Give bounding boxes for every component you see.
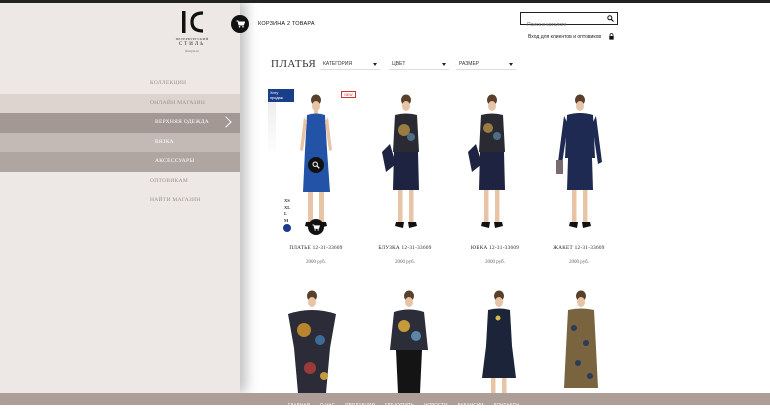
footer-link-products[interactable]: Продукция [345, 399, 375, 411]
bestseller-ribbon: Хиту продаж [268, 89, 294, 102]
sidebar-item-knitwear[interactable]: Вязка [0, 132, 240, 152]
page-title: Платья [271, 58, 317, 70]
footer: Главная О нас Продукция Где купить Новос… [0, 393, 770, 407]
product-image-printed-blouse[interactable] [384, 288, 434, 393]
product-image-skirt[interactable] [466, 92, 516, 237]
top-bar [0, 0, 770, 3]
brand-subtitle: Петербургский [175, 37, 209, 41]
product-name[interactable]: Платье 12-31-33609 [276, 245, 356, 251]
sidebar: Петербургский СТИЛЬ lfsstyle.ru Коллекци… [0, 0, 240, 393]
color-swatch[interactable] [283, 224, 291, 232]
color-filter[interactable]: Цвет [389, 59, 449, 70]
product-name[interactable]: Юбка 12-31-33609 [455, 245, 535, 251]
brand-name: СТИЛЬ [178, 42, 206, 47]
login-link[interactable]: Вход для клиентов и оптовиков [528, 34, 601, 40]
sidebar-item-accessories[interactable]: Аксессуары [0, 152, 240, 172]
product-price: 2000 руб. [485, 260, 505, 265]
add-to-cart-button[interactable] [308, 219, 324, 235]
brand-logo[interactable]: Петербургский СТИЛЬ lfsstyle.ru [172, 10, 212, 53]
product-image-dark-dress[interactable] [474, 288, 524, 393]
sidebar-nav: Коллекции Онлайн магазин Верхняя одежда … [0, 74, 240, 211]
chevron-down-icon [373, 63, 377, 66]
sidebar-item-collections[interactable]: Коллекции [0, 74, 240, 94]
filter-label: Цвет [392, 61, 406, 67]
footer-link-about[interactable]: О нас [320, 399, 335, 411]
sidebar-item-outerwear[interactable]: Верхняя одежда [0, 113, 240, 133]
product-card[interactable]: Блузка 12-31-33609 2000 руб. [365, 245, 445, 265]
brand-url: lfsstyle.ru [185, 49, 199, 53]
category-filter[interactable]: Категория [320, 59, 380, 70]
footer-nav: Главная О нас Продукция Где купить Новос… [285, 393, 523, 411]
magnifier-icon [312, 161, 320, 169]
cart-icon [236, 20, 245, 28]
size-option[interactable]: XS [284, 198, 290, 205]
product-name[interactable]: Блузка 12-31-33609 [365, 245, 445, 251]
search-icon[interactable] [607, 15, 614, 22]
filter-label: Категория [323, 61, 353, 67]
filter-label: Размер [459, 61, 480, 67]
product-price: 2000 руб. [395, 260, 415, 265]
product-card[interactable]: Жакет 12-31-33609 2000 руб. [539, 245, 619, 265]
product-image-printed-tunic[interactable] [280, 288, 340, 393]
product-name[interactable]: Жакет 12-31-33609 [539, 245, 619, 251]
cart-summary[interactable]: Корзина 2 товара [258, 21, 315, 27]
zoom-button[interactable] [308, 157, 324, 173]
product-image-jacket[interactable] [554, 92, 604, 237]
search-input[interactable] [521, 19, 607, 31]
size-filter[interactable]: Размер [456, 59, 516, 70]
new-badge: NEW [341, 91, 356, 98]
cart-icon [312, 223, 320, 231]
product-image-pattern-dress[interactable] [556, 288, 606, 393]
footer-link-where-to-buy[interactable]: Где купить [385, 399, 414, 411]
product-price: 2000 руб. [306, 260, 326, 265]
product-card[interactable]: Юбка 12-31-33609 2000 руб. [455, 245, 535, 265]
sidebar-item-label: Верхняя одежда [155, 119, 210, 125]
size-list: XS XL L M [284, 198, 290, 224]
sidebar-item-online-shop[interactable]: Онлайн магазин [0, 93, 240, 113]
sidebar-item-wholesale[interactable]: Оптовикам [0, 172, 240, 192]
cart-button[interactable] [231, 15, 249, 33]
footer-link-news[interactable]: Новости [424, 399, 448, 411]
chevron-right-icon [220, 116, 232, 128]
footer-link-contacts[interactable]: Контакты [494, 399, 520, 411]
chevron-down-icon [442, 63, 446, 66]
product-image-blouse[interactable] [380, 92, 430, 237]
product-price: 2000 руб. [569, 260, 589, 265]
search-box [520, 12, 618, 31]
sidebar-item-find-store[interactable]: Найти магазин [0, 191, 240, 211]
product-card[interactable]: Платье 12-31-33609 2000 руб. [276, 245, 356, 265]
chevron-down-icon [509, 63, 513, 66]
footer-link-vacancies[interactable]: Вакансии [458, 399, 484, 411]
ribbon-shadow [268, 102, 276, 157]
lock-icon [609, 33, 614, 40]
logo-mark-icon [182, 11, 204, 33]
footer-link-home[interactable]: Главная [288, 399, 310, 411]
